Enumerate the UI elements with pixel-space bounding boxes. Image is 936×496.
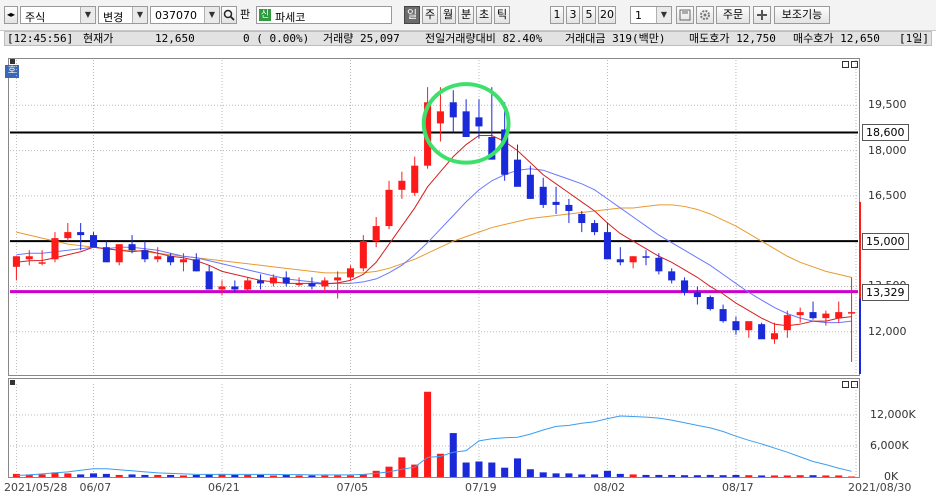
add-button[interactable] [753, 6, 771, 24]
count-select[interactable]: 1 ▼ [630, 6, 672, 24]
prev-next-icon[interactable]: ◂▸ [4, 6, 18, 24]
chevron-down-icon: ▼ [204, 7, 219, 23]
date-tick-label: 07/05 [336, 481, 369, 494]
date-tick-label: 07/19 [464, 481, 497, 494]
minute-button[interactable]: 3 [566, 6, 580, 24]
pan-label: 판 [240, 8, 251, 21]
stock-code-input[interactable]: 037070 ▼ [150, 6, 220, 24]
date-tick-label: 08/02 [593, 481, 626, 494]
prev-volume-ratio: 전일거래량대비 82.40% [425, 32, 543, 45]
panel-left-marker [10, 59, 15, 64]
volume-panel-restore-icon[interactable] [842, 381, 849, 388]
market-select[interactable]: 주식 ▼ [20, 6, 96, 24]
price-tick-label: 16,500 [868, 188, 907, 202]
trade-volume: 거래량 25,097 [323, 32, 400, 45]
new-badge: 신 [259, 9, 271, 21]
ask-price: 매도호가 12,750 [689, 32, 776, 45]
period-button[interactable]: 분 [458, 6, 474, 24]
price-chart-panel[interactable] [8, 58, 860, 376]
period-button[interactable]: 월 [440, 6, 456, 24]
aux-function-button[interactable]: 보조기능 [774, 6, 830, 24]
toolbar: ◂▸ 주식 ▼ 변경 ▼ 037070 ▼ 판 신 파세코 일주월분초틱 135… [0, 0, 936, 31]
save-icon [679, 9, 691, 21]
price-tick-label: 12,000 [868, 324, 907, 338]
period-button[interactable]: 주 [422, 6, 438, 24]
bid-price: 매수호가 12,650 [793, 32, 880, 45]
chevron-down-icon: ▼ [132, 7, 147, 23]
date-tick-label: 06/07 [79, 481, 112, 494]
count-value: 1 [635, 9, 642, 22]
chevron-down-icon: ▼ [80, 7, 95, 23]
quote-info-bar: [12:45:56] 현재가 12,650 0 ( 0.00%) 거래량 25,… [4, 31, 932, 46]
date-tick-label: 2021/05/28 [4, 481, 68, 494]
chevron-down-icon: ▼ [656, 7, 671, 23]
price-tick-label: 18,000 [868, 143, 907, 157]
volume-panel-close-icon[interactable] [851, 381, 858, 388]
company-name: 파세코 [275, 11, 306, 24]
settings-button[interactable] [696, 6, 714, 24]
period-indicator: [1일] [899, 32, 929, 45]
level-label: 18,600 [862, 124, 909, 142]
price-change: 0 ( 0.00%) [243, 32, 310, 45]
price-label: 현재가 [83, 32, 114, 45]
volume-tick-label: 6,000K [870, 439, 909, 452]
minute-button[interactable]: 20 [598, 6, 616, 24]
save-button[interactable] [676, 6, 694, 24]
level-label: 13,329 [862, 283, 909, 301]
current-price: 12,650 [155, 32, 195, 45]
period-button[interactable]: 틱 [494, 6, 510, 24]
minute-button[interactable]: 5 [582, 6, 596, 24]
period-button[interactable]: 초 [476, 6, 492, 24]
gear-icon [700, 10, 710, 20]
volume-panel-marker [10, 380, 15, 385]
trade-amount: 거래대금 319(백만) [565, 32, 666, 45]
order-button[interactable]: 주문 [716, 6, 750, 24]
period-button[interactable]: 일 [404, 6, 420, 24]
change-select[interactable]: 변경 ▼ [98, 6, 148, 24]
change-label: 변경 [103, 11, 124, 24]
date-tick-label: 08/17 [721, 481, 754, 494]
search-icon [223, 9, 235, 21]
price-tick-label: 19,500 [868, 98, 907, 112]
price-panel-close-icon[interactable] [851, 61, 858, 68]
date-tick-label: 06/21 [208, 481, 240, 494]
volume-chart-panel[interactable] [8, 378, 860, 478]
quote-time: [12:45:56] [7, 32, 74, 45]
chart-type-icon[interactable]: 호 [5, 65, 19, 78]
volume-tick-label: 12,000K [870, 408, 916, 421]
plus-icon [757, 10, 767, 20]
search-button[interactable] [221, 6, 237, 24]
market-value: 주식 [25, 11, 46, 24]
company-field[interactable]: 신 파세코 [256, 6, 392, 24]
minute-button[interactable]: 1 [550, 6, 564, 24]
date-tick-label: 2021/08/30 [848, 481, 912, 494]
stock-code-value: 037070 [155, 9, 197, 22]
price-panel-restore-icon[interactable] [842, 61, 849, 68]
level-label: 15,000 [862, 233, 909, 251]
